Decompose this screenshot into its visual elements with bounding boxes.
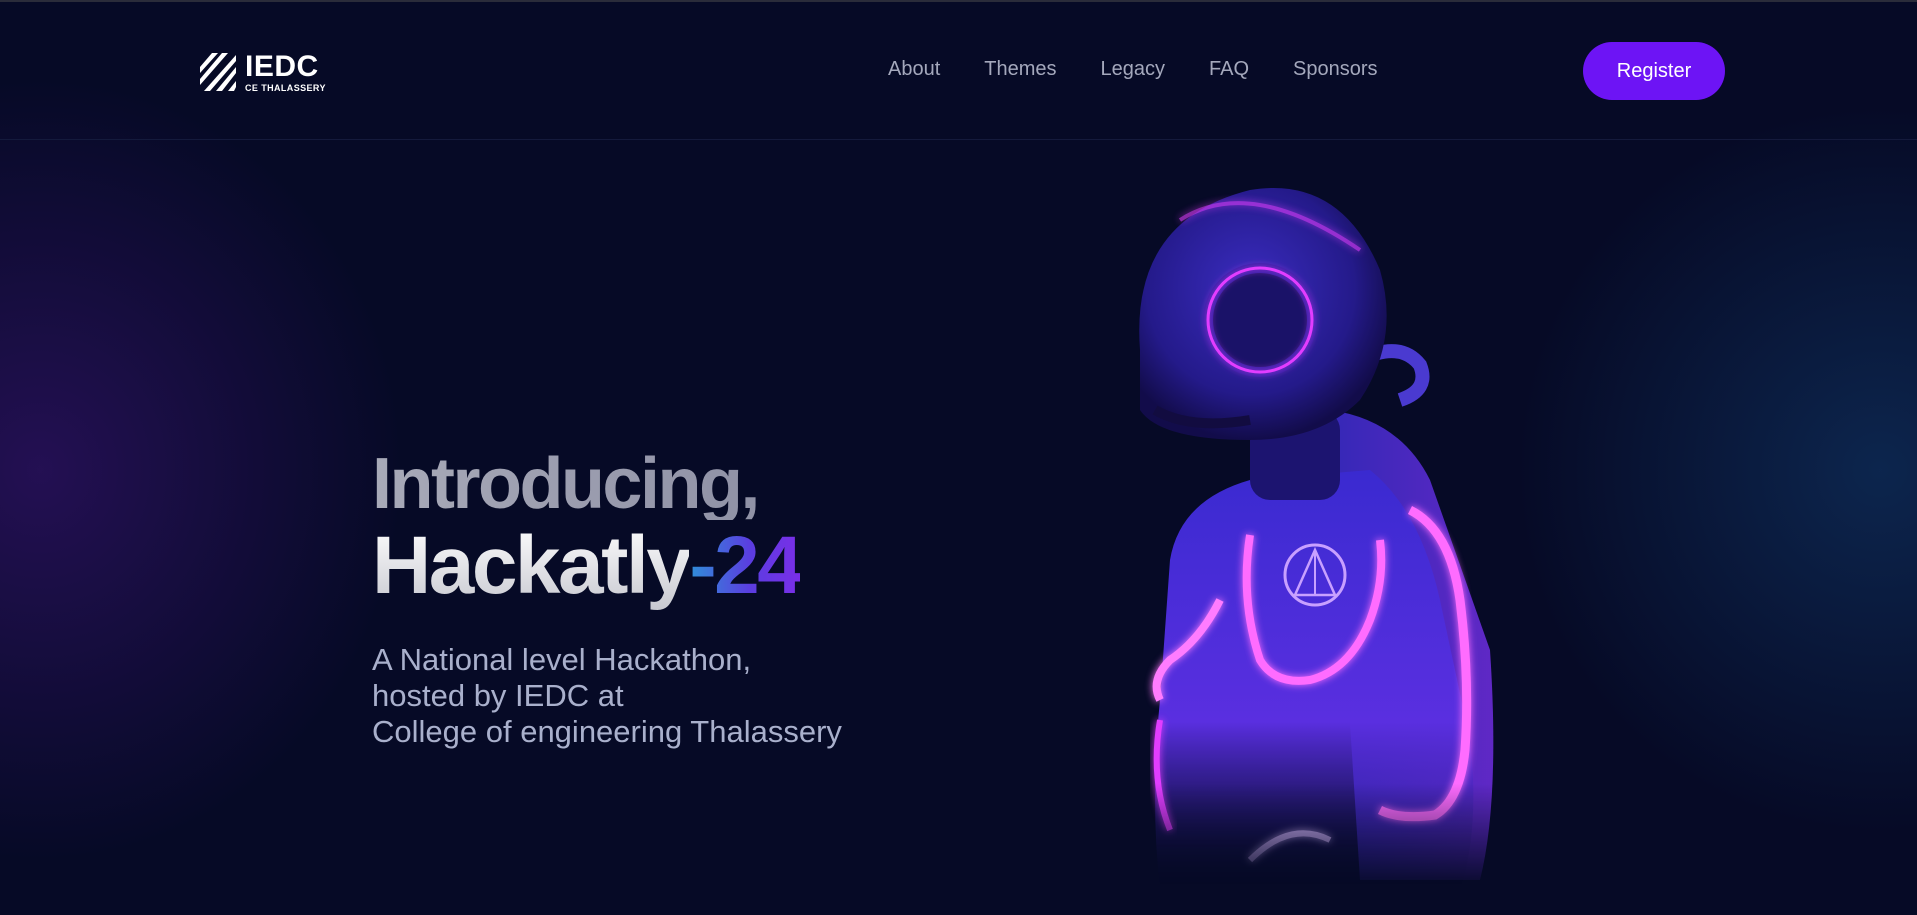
logo-text: IEDC CE THALASSERY bbox=[245, 49, 326, 93]
hero-subtitle-line: College of engineering Thalassery bbox=[372, 713, 842, 749]
register-button[interactable]: Register bbox=[1583, 42, 1725, 100]
hero-title-main: Hackatly bbox=[372, 520, 692, 611]
nav-link-faq[interactable]: FAQ bbox=[1209, 58, 1249, 81]
page: IEDC CE THALASSERY About Themes Legacy F… bbox=[0, 0, 1917, 915]
main-nav: About Themes Legacy FAQ Sponsors bbox=[888, 58, 1422, 81]
logo-title: IEDC bbox=[245, 49, 319, 83]
nav-link-legacy[interactable]: Legacy bbox=[1101, 58, 1166, 81]
hero-title: Hackatly-24 bbox=[372, 524, 842, 608]
neon-astronaut-illustration bbox=[1139, 187, 1494, 890]
hero-intro: Introducing, bbox=[372, 448, 842, 520]
hero-title-year: -24 bbox=[689, 520, 803, 611]
hero-section: Introducing, Hackatly-24 A National leve… bbox=[372, 448, 842, 750]
nav-link-sponsors[interactable]: Sponsors bbox=[1293, 58, 1378, 81]
logo[interactable]: IEDC CE THALASSERY bbox=[198, 50, 338, 94]
site-header: IEDC CE THALASSERY About Themes Legacy F… bbox=[0, 2, 1917, 140]
logo-subtitle: CE THALASSERY bbox=[245, 82, 326, 93]
iedc-stripes-logo-icon bbox=[200, 53, 236, 91]
nav-link-about[interactable]: About bbox=[888, 58, 940, 81]
hero-subtitle: A National level Hackathon, hosted by IE… bbox=[372, 642, 842, 750]
nav-link-themes[interactable]: Themes bbox=[984, 58, 1056, 81]
hero-subtitle-line: hosted by IEDC at bbox=[372, 677, 624, 713]
hero-subtitle-line: A National level Hackathon, bbox=[372, 641, 752, 677]
